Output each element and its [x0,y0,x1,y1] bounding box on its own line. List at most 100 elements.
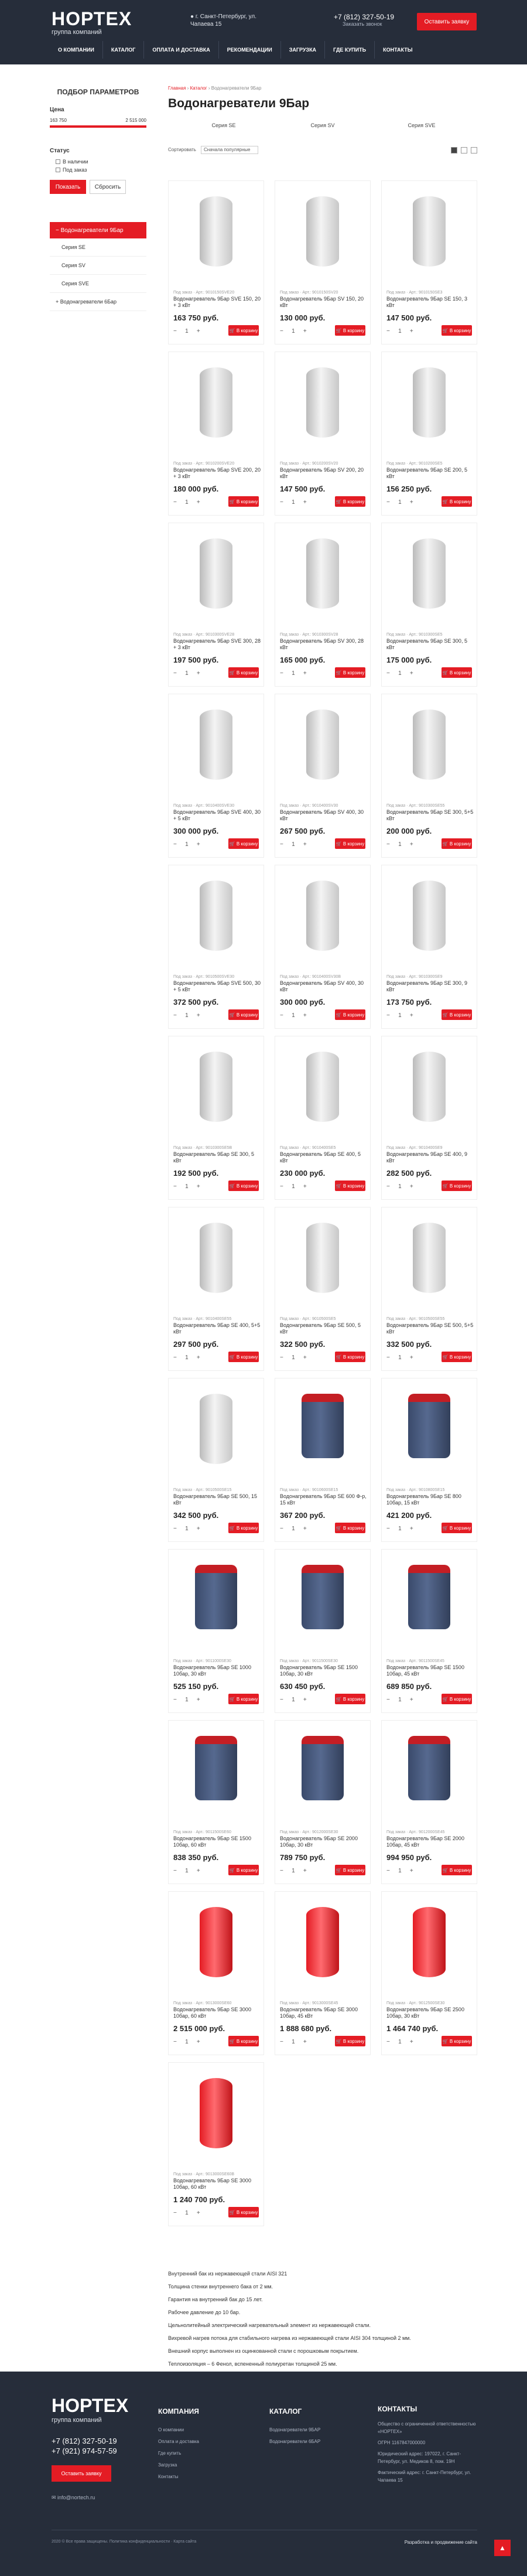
qty-value[interactable]: 1 [183,1354,191,1361]
footer-phone-2[interactable]: +7 (921) 974-57-59 [52,2446,117,2456]
filter-reset-button[interactable]: Сбросить [90,180,126,194]
qty-minus-button[interactable]: − [280,1868,283,1874]
product-name[interactable]: Водонагреватель 9Бар SE 800 10бар, 15 кВ… [386,1493,474,1506]
callback-link[interactable]: Заказать звонок [343,21,382,27]
product-name[interactable]: Водонагреватель 9Бар SE 1000 10бар, 30 к… [173,1664,261,1677]
product-image[interactable] [195,1565,237,1629]
qty-value[interactable]: 1 [396,1183,404,1190]
product-image[interactable] [408,1736,450,1800]
product-image[interactable] [200,1223,232,1293]
price-min[interactable]: 163 750 [50,118,67,123]
product-image[interactable] [306,1052,339,1122]
product-image[interactable] [408,1565,450,1629]
add-to-cart-button[interactable]: 🛒 В корзину [335,1180,365,1191]
qty-value[interactable]: 1 [396,1354,404,1361]
qty-minus-button[interactable]: − [173,670,177,677]
qty-value[interactable]: 1 [289,1526,297,1532]
product-image[interactable] [302,1565,344,1629]
product-card[interactable]: Под заказ · Арт.: 9010300SE55 Водонагрева… [381,694,477,858]
qty-plus-button[interactable]: + [410,499,413,506]
qty-value[interactable]: 1 [183,328,191,335]
product-image[interactable] [413,1052,446,1122]
product-card[interactable]: Под заказ · Арт.: 9010400SV30B Водонагрев… [275,865,371,1029]
product-card[interactable]: Под заказ · Арт.: 9012000SE30 Водонагрева… [275,1720,371,1884]
product-name[interactable]: Водонагреватель 9Бар SV 200, 20 кВт [280,467,368,480]
nav-item[interactable]: ГДЕ КУПИТЬ [324,41,374,59]
product-card[interactable]: Под заказ · Арт.: 9010150SV20 Водонагрева… [275,180,371,344]
qty-minus-button[interactable]: − [173,1868,177,1874]
qty-minus-button[interactable]: − [173,1012,177,1019]
qty-value[interactable]: 1 [396,1868,404,1874]
add-to-cart-button[interactable]: 🛒 В корзину [228,2207,259,2217]
product-name[interactable]: Водонагреватель 9Бар SE 300, 9 кВт [386,980,474,993]
product-card[interactable]: Под заказ · Арт.: 9010300SVE28 Водонагрев… [168,523,264,687]
product-name[interactable]: Водонагреватель 9Бар SE 500, 5 кВт [280,1322,368,1335]
grid-view-icon[interactable] [451,146,457,153]
add-to-cart-button[interactable]: 🛒 В корзину [442,1180,472,1191]
qty-plus-button[interactable]: + [303,1526,307,1532]
qty-plus-button[interactable]: + [197,2039,200,2045]
add-to-cart-button[interactable]: 🛒 В корзину [228,1523,259,1533]
scroll-top-button[interactable]: ▲ [494,2540,511,2556]
product-card[interactable]: Под заказ · Арт.: 9010400SVE30 Водонагрев… [168,694,264,858]
qty-minus-button[interactable]: − [386,670,390,677]
product-name[interactable]: Водонагреватель 9Бар SE 1500 10бар, 30 к… [280,1664,368,1677]
category-item-se[interactable]: Серия SE [50,238,146,257]
product-name[interactable]: Водонагреватель 9Бар SE 200, 5 кВт [386,467,474,480]
qty-value[interactable]: 1 [396,1012,404,1019]
qty-plus-button[interactable]: + [303,2039,307,2045]
footer-link[interactable]: Оплата и доставка [158,2436,246,2448]
qty-minus-button[interactable]: − [280,328,283,335]
nav-item[interactable]: О КОМПАНИИ [50,41,102,59]
qty-plus-button[interactable]: + [410,1697,413,1703]
category-item-6bar[interactable]: + Водонагреватели 6Бар [50,293,146,311]
product-name[interactable]: Водонагреватель 9Бар SE 2500 10бар, 30 к… [386,2007,474,2019]
qty-plus-button[interactable]: + [197,841,200,848]
add-to-cart-button[interactable]: 🛒 В корзину [335,1865,365,1875]
product-name[interactable]: Водонагреватель 9Бар SE 300, 5 кВт [386,638,474,651]
product-name[interactable]: Водонагреватель 9Бар SE 400, 5+5 кВт [173,1322,261,1335]
product-card[interactable]: Под заказ · Арт.: 9010400SV30 Водонагрева… [275,694,371,858]
add-to-cart-button[interactable]: 🛒 В корзину [442,667,472,678]
add-to-cart-button[interactable]: 🛒 В корзину [228,838,259,849]
qty-value[interactable]: 1 [183,1868,191,1874]
add-to-cart-button[interactable]: 🛒 В корзину [335,1523,365,1533]
footer-link[interactable]: Водонагреватели 9БАР [269,2424,357,2436]
qty-minus-button[interactable]: − [173,841,177,848]
footer-email[interactable]: ✉ info@nortech.ru [52,2495,95,2501]
product-card[interactable]: Под заказ · Арт.: 9010500SVE30 Водонагрев… [168,865,264,1029]
product-name[interactable]: Водонагреватель 9Бар SVE 400, 30 + 5 кВт [173,809,261,822]
add-to-cart-button[interactable]: 🛒 В корзину [442,1694,472,1704]
add-to-cart-button[interactable]: 🛒 В корзину [335,2036,365,2046]
qty-value[interactable]: 1 [396,328,404,335]
product-image[interactable] [306,196,339,267]
qty-plus-button[interactable]: + [197,1354,200,1361]
series-link-se[interactable]: Серия SE [180,122,268,128]
qty-value[interactable]: 1 [396,1526,404,1532]
add-to-cart-button[interactable]: 🛒 В корзину [442,1352,472,1362]
qty-minus-button[interactable]: − [386,1183,390,1190]
add-to-cart-button[interactable]: 🛒 В корзину [442,2036,472,2046]
product-name[interactable]: Водонагреватель 9Бар SVE 150, 20 + 3 кВт [173,296,261,309]
qty-plus-button[interactable]: + [197,1868,200,1874]
qty-value[interactable]: 1 [289,328,297,335]
product-name[interactable]: Водонагреватель 9Бар SV 150, 20 кВт [280,296,368,309]
qty-plus-button[interactable]: + [410,1012,413,1019]
header-phone[interactable]: +7 (812) 327-50-19 [334,13,394,21]
qty-value[interactable]: 1 [183,1526,191,1532]
product-image[interactable] [200,2078,232,2148]
qty-value[interactable]: 1 [289,670,297,677]
nav-item[interactable]: ЗАГРУЗКА [280,41,324,59]
add-to-cart-button[interactable]: 🛒 В корзину [442,1009,472,1020]
product-image[interactable] [413,1223,446,1293]
qty-value[interactable]: 1 [183,1012,191,1019]
product-card[interactable]: Под заказ · Арт.: 9010150SVE20 Водонагрев… [168,180,264,344]
qty-minus-button[interactable]: − [280,1526,283,1532]
product-card[interactable]: Под заказ · Арт.: 9013000SE60 Водонагрева… [168,1891,264,2055]
product-image[interactable] [306,367,339,438]
qty-value[interactable]: 1 [183,841,191,848]
add-to-cart-button[interactable]: 🛒 В корзину [442,838,472,849]
qty-plus-button[interactable]: + [410,1868,413,1874]
qty-minus-button[interactable]: − [386,1526,390,1532]
footer-link[interactable]: Где купить [158,2448,246,2459]
